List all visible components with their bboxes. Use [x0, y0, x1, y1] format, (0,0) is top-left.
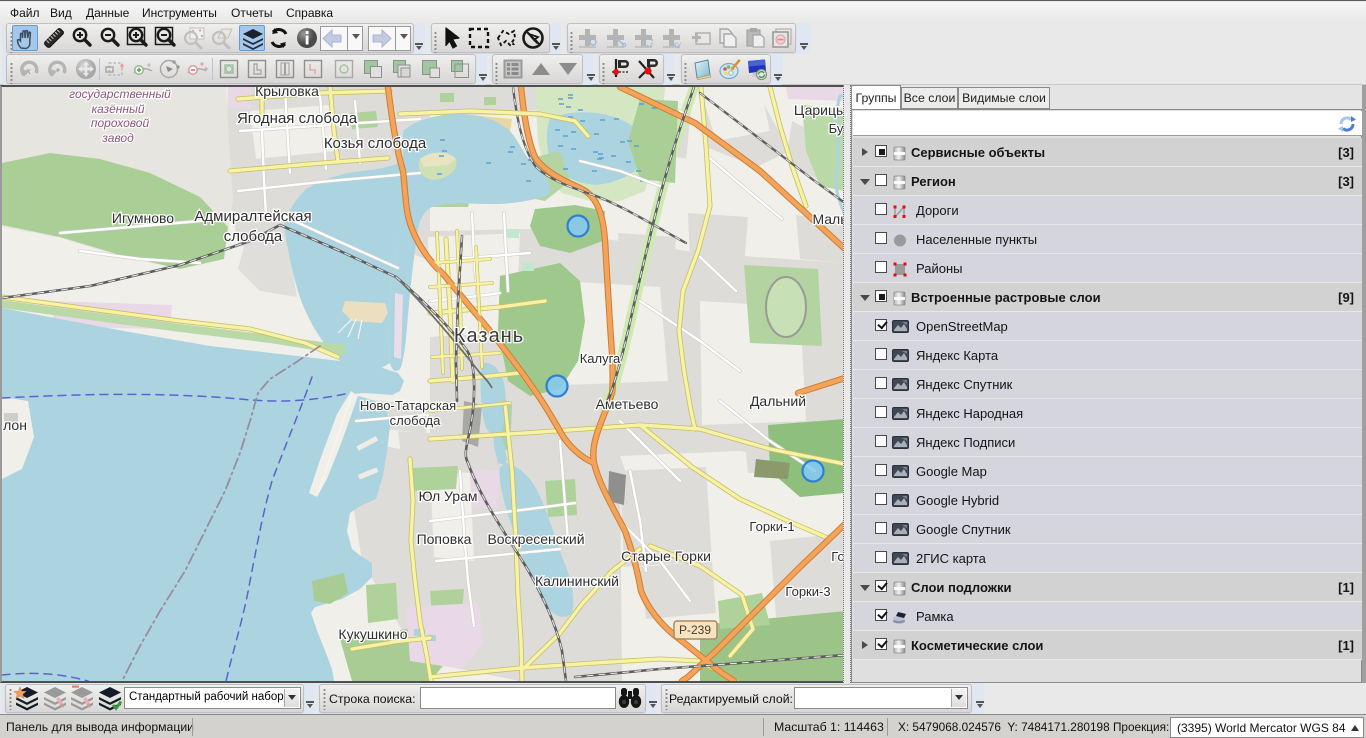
svg-text:Игумново: Игумново — [112, 210, 174, 226]
svg-text:Аметьево: Аметьево — [596, 396, 659, 412]
svg-text:Ново-Татарская: Ново-Татарская — [360, 398, 456, 413]
svg-text:Маль: Маль — [812, 211, 843, 227]
svg-text:Го: Го — [831, 549, 843, 564]
svg-text:xy: xy — [673, 40, 681, 49]
svg-text:завод: завод — [101, 131, 134, 145]
svg-text:Крыловка: Крыловка — [255, 87, 319, 99]
svg-text:казённый: казённый — [91, 102, 144, 116]
svg-text:Ягодная слобода: Ягодная слобода — [237, 110, 358, 127]
svg-text:Адмиралтейская: Адмиралтейская — [194, 208, 311, 225]
svg-text:Старые Горки: Старые Горки — [621, 548, 711, 564]
svg-text:Юл Урам: Юл Урам — [418, 488, 477, 504]
svg-text:слобода: слобода — [224, 228, 283, 245]
svg-text:Калуга: Калуга — [580, 351, 621, 366]
svg-text:Горки-1: Горки-1 — [749, 519, 794, 534]
svg-text:Р-239: Р-239 — [679, 623, 711, 637]
svg-text:Калининский: Калининский — [535, 573, 619, 589]
svg-text:государственный: государственный — [69, 87, 171, 101]
svg-text:Кукушкино: Кукушкино — [338, 626, 407, 642]
svg-text:Казань: Казань — [454, 325, 524, 347]
svg-text:слобода: слобода — [390, 413, 441, 428]
svg-text:Козья слобода: Козья слобода — [324, 135, 427, 152]
svg-text:Поповка: Поповка — [417, 531, 472, 547]
svg-text:Дальний: Дальний — [750, 393, 806, 409]
svg-text:x: x — [25, 66, 31, 77]
svg-text:Воскресенский: Воскресенский — [487, 531, 584, 547]
svg-text:Горки-3: Горки-3 — [785, 584, 830, 599]
svg-text:лон: лон — [3, 417, 27, 433]
svg-text:Бу: Бу — [829, 121, 843, 136]
svg-text:Царицы: Царицы — [794, 102, 843, 118]
svg-text:пороховой: пороховой — [91, 116, 150, 130]
